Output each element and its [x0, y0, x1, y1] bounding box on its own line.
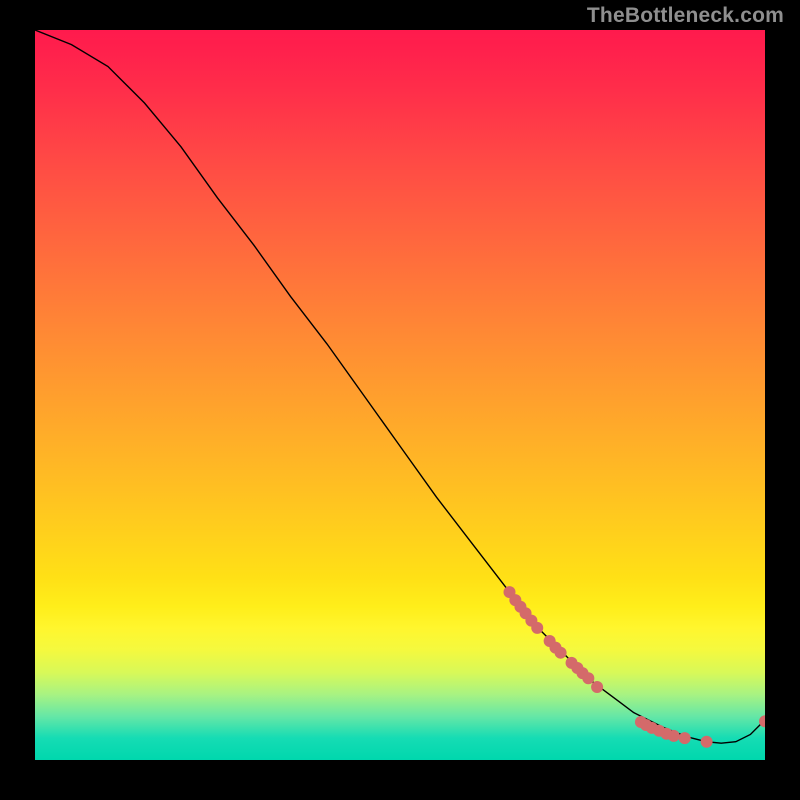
data-marker: [555, 647, 567, 659]
data-marker: [582, 672, 594, 684]
watermark-text: TheBottleneck.com: [587, 4, 784, 28]
stage: TheBottleneck.com: [0, 0, 800, 800]
data-marker: [531, 622, 543, 634]
data-marker: [701, 736, 713, 748]
data-marker: [591, 681, 603, 693]
main-curve-path: [35, 30, 765, 743]
marker-group: [504, 586, 766, 748]
chart-svg: [35, 30, 765, 760]
plot-area: [35, 30, 765, 760]
data-marker: [679, 732, 691, 744]
data-marker: [668, 730, 680, 742]
